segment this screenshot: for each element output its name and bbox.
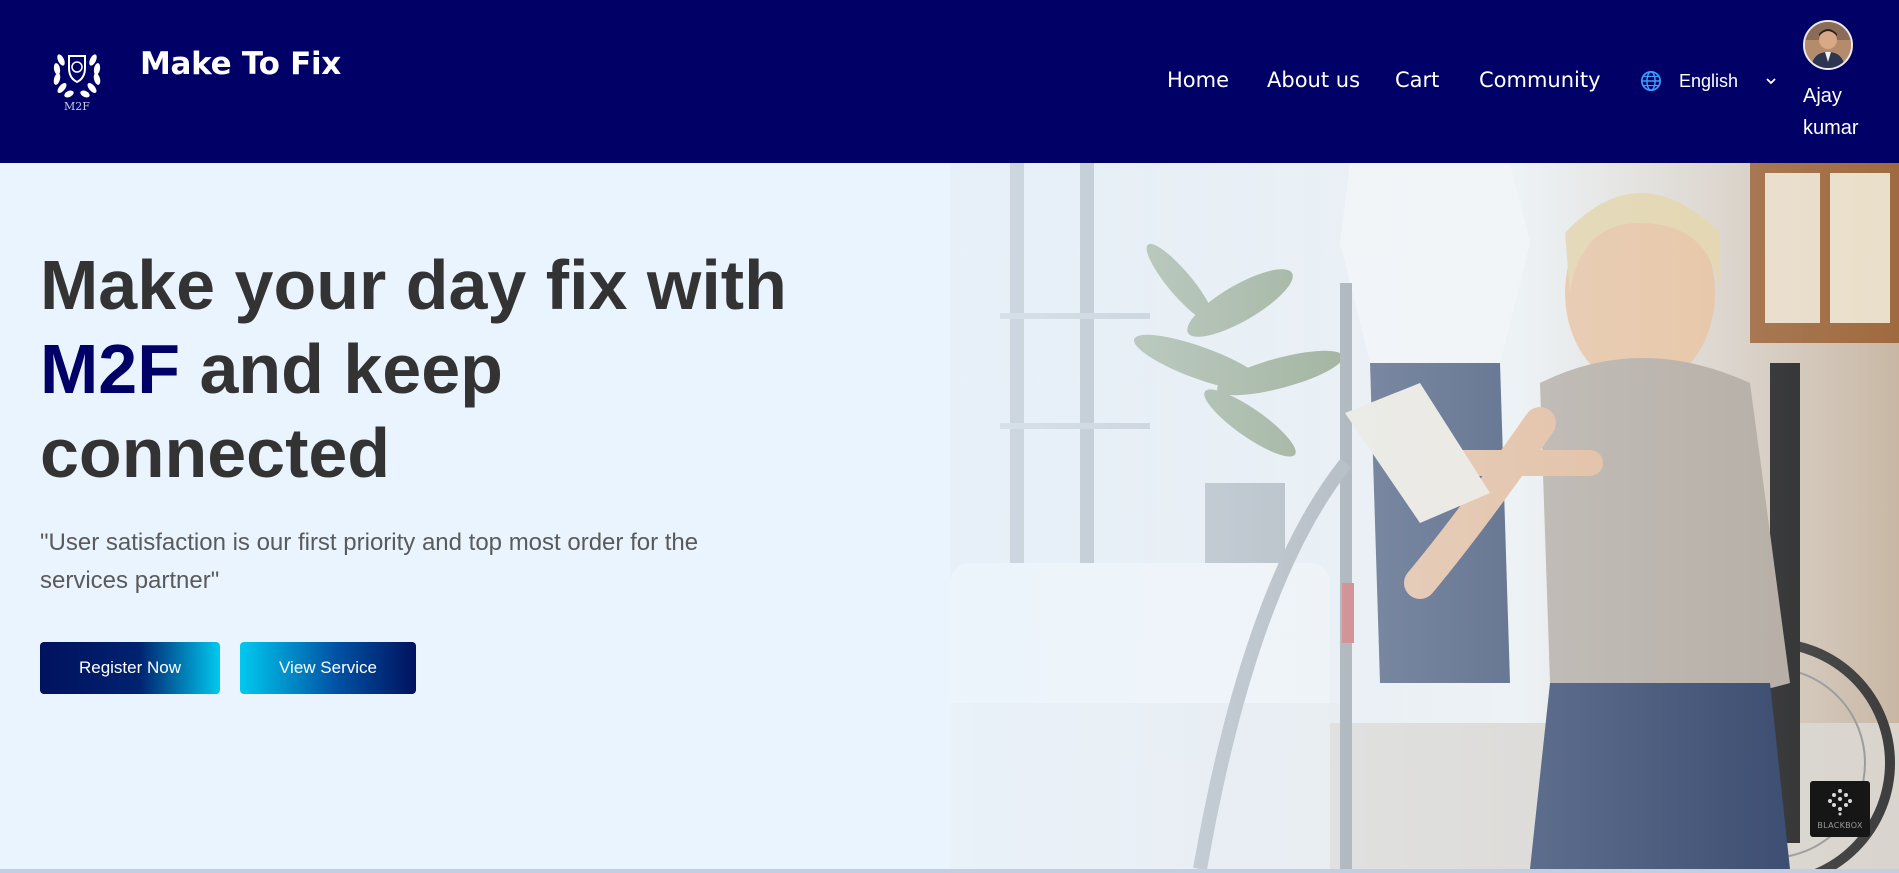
hero-headline: Make your day fix with M2F and keep conne… [40, 246, 787, 492]
logo-caption: M2F [64, 100, 90, 113]
blackbox-badge[interactable]: BLACKBOX [1810, 781, 1870, 837]
user-name[interactable]: Ajay kumar [1803, 80, 1893, 144]
bottom-divider [0, 869, 1899, 873]
globe-icon [1641, 71, 1661, 91]
user-avatar[interactable] [1803, 20, 1853, 70]
avatar [1805, 22, 1851, 68]
register-now-button[interactable]: Register Now [40, 642, 220, 694]
brand-name[interactable]: Make To Fix [140, 46, 341, 82]
blackbox-logo-icon [1828, 789, 1852, 816]
chevron-down-icon [1766, 78, 1776, 85]
hero-image [950, 163, 1899, 869]
hero-tagline: "User satisfaction is our first priority… [40, 529, 699, 594]
nav-about-us[interactable]: About us [1267, 68, 1360, 92]
language-selector[interactable]: English [1640, 68, 1778, 94]
nav-community[interactable]: Community [1479, 68, 1601, 92]
language-label: English [1679, 70, 1739, 91]
top-navbar: M2F Make To Fix Home About us Cart Commu… [0, 0, 1899, 163]
badge-text: BLACKBOX [1817, 821, 1863, 830]
headline-accent: M2F [40, 330, 180, 408]
nav-cart[interactable]: Cart [1395, 68, 1439, 92]
nav-home[interactable]: Home [1167, 68, 1229, 92]
view-service-button[interactable]: View Service [240, 642, 416, 694]
